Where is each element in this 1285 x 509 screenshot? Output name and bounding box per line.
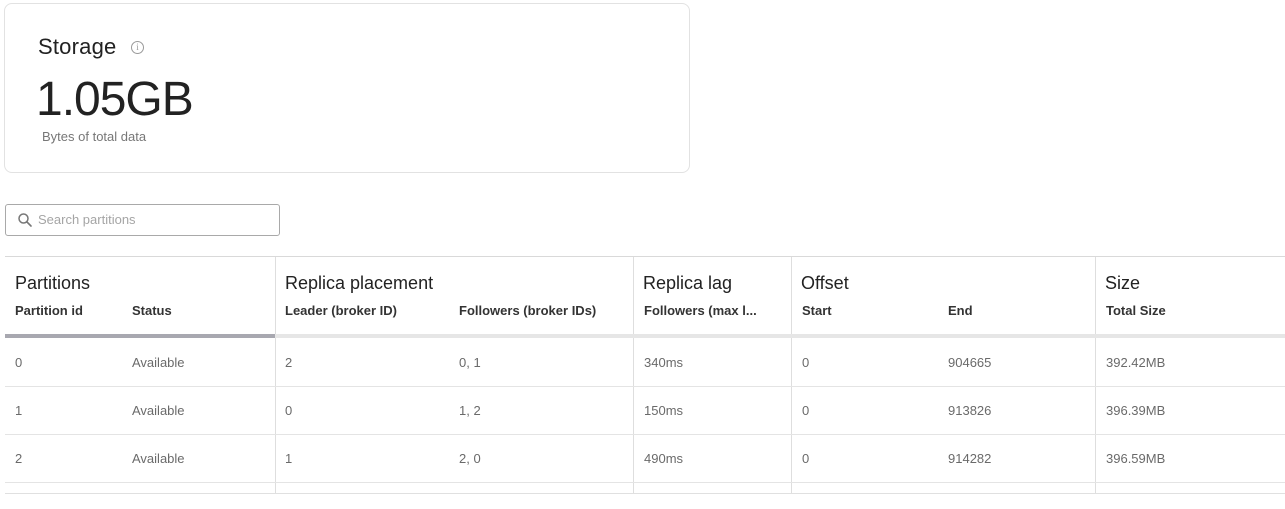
search-icon — [18, 213, 32, 227]
column-header-partition-id[interactable]: Partition id — [15, 303, 83, 318]
column-header-replica-lag[interactable]: Followers (max l... — [644, 303, 757, 318]
info-icon[interactable]: i — [131, 41, 144, 54]
storage-card: Storage i 1.05GB Bytes of total data — [4, 3, 690, 173]
column-header-followers[interactable]: Followers (broker IDs) — [459, 303, 596, 318]
cell-replica-lag: 490ms — [644, 451, 684, 466]
search-box[interactable] — [5, 204, 280, 236]
cell-replica-lag: 150ms — [644, 403, 684, 418]
cell-partition-id: 1 — [15, 403, 23, 418]
group-header-replica-placement: Replica placement — [285, 273, 434, 293]
cell-leader: 2 — [285, 355, 293, 370]
cell-offset-end: 913826 — [948, 403, 992, 418]
table-row[interactable]: 0 Available 2 0, 1 340ms 0 904665 392.42… — [5, 338, 1285, 387]
cell-partition-id: 0 — [15, 355, 23, 370]
cell-status: Available — [132, 355, 185, 370]
partitions-table: Partitions Replica placement Replica lag… — [5, 256, 1285, 496]
cell-leader: 0 — [285, 403, 293, 418]
cell-offset-start: 0 — [802, 355, 810, 370]
cell-total-size: 396.59MB — [1106, 451, 1166, 466]
column-header-leader[interactable]: Leader (broker ID) — [285, 303, 397, 318]
cell-offset-start: 0 — [802, 403, 810, 418]
cell-offset-start: 0 — [802, 451, 810, 466]
column-header-status[interactable]: Status — [132, 303, 172, 318]
storage-title: Storage — [38, 34, 117, 59]
group-header-replica-lag: Replica lag — [643, 273, 733, 293]
cell-leader: 1 — [285, 451, 293, 466]
search-input[interactable] — [38, 206, 273, 232]
group-header-partitions: Partitions — [15, 273, 91, 293]
cell-followers: 1, 2 — [459, 403, 481, 418]
cell-offset-end: 914282 — [948, 451, 992, 466]
column-header-total-size[interactable]: Total Size — [1106, 303, 1166, 318]
storage-value: 1.05GB — [36, 73, 194, 126]
table-top-border — [5, 256, 1285, 257]
column-header-offset-start[interactable]: Start — [802, 303, 832, 318]
cell-replica-lag: 340ms — [644, 355, 684, 370]
cell-status: Available — [132, 403, 185, 418]
table-row[interactable]: 2 Available 1 2, 0 490ms 0 914282 396.59… — [5, 434, 1285, 483]
cell-status: Available — [132, 451, 185, 466]
column-header-offset-end[interactable]: End — [948, 303, 973, 318]
storage-caption: Bytes of total data — [42, 129, 147, 144]
cell-offset-end: 904665 — [948, 355, 992, 370]
table-bottom-border — [5, 493, 1285, 494]
cell-followers: 2, 0 — [459, 451, 481, 466]
group-header-offset: Offset — [801, 273, 849, 293]
table-row[interactable]: 1 Available 0 1, 2 150ms 0 913826 396.39… — [5, 386, 1285, 435]
cell-total-size: 392.42MB — [1106, 355, 1166, 370]
group-header-size: Size — [1105, 273, 1141, 293]
cell-total-size: 396.39MB — [1106, 403, 1166, 418]
cell-followers: 0, 1 — [459, 355, 481, 370]
cell-partition-id: 2 — [15, 451, 23, 466]
